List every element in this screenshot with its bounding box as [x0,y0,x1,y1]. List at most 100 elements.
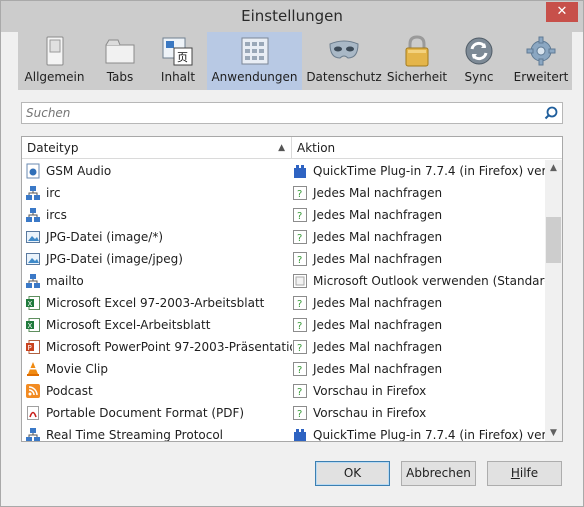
help-button[interactable]: Hilfe [487,461,562,486]
ask-icon: ? [292,361,308,377]
action-label: Jedes Mal nachfragen [313,318,443,332]
network-icon [25,185,41,201]
svg-text:?: ? [297,343,302,354]
table-row[interactable]: JPG-Datei (image/*) ? Jedes Mal nachfrage… [22,226,546,248]
tab-allgemein[interactable]: Allgemein [18,32,91,90]
svg-text:?: ? [297,189,302,200]
search-icon[interactable] [544,106,558,120]
excel-icon: X [25,317,41,333]
tab-erweitert[interactable]: Erweitert [510,32,572,90]
network-icon [25,273,41,289]
cancel-button[interactable]: Abbrechen [401,461,476,486]
type-label: GSM Audio [46,164,112,178]
tab-label: Anwendungen [211,70,298,84]
table-row[interactable]: mailto Microsoft Outlook verwenden (Stan… [22,270,546,292]
ask-icon: ? [292,383,308,399]
table-row[interactable]: ircs ? Jedes Mal nachfragen [22,204,546,226]
type-label: mailto [46,274,84,288]
search-input[interactable] [22,103,522,123]
svg-text:?: ? [297,409,302,420]
rss-icon [25,383,41,399]
network-icon [25,427,41,441]
action-label: QuickTime Plug-in 7.7.4 (in Firefox) ver… [313,428,546,442]
tab-label: Sync [464,70,494,84]
image-file-icon [25,229,41,245]
svg-text:X: X [28,322,33,330]
type-label: ircs [46,208,67,222]
preferences-toolbar: Allgemein Tabs 页 Inhalt Anwendungen Date… [18,32,572,90]
svg-text:?: ? [297,211,302,222]
action-label: Vorschau in Firefox [313,384,427,398]
type-label: irc [46,186,61,200]
switch-icon [38,35,72,67]
table-row[interactable]: GSM Audio QuickTime Plug-in 7.7.4 (in Fi… [22,160,546,182]
audio-file-icon [25,163,41,179]
preferences-window: Einstellungen ✕ Allgemein Tabs 页 Inhalt [0,0,584,507]
ask-icon: ? [292,295,308,311]
table-row[interactable]: Podcast ? Vorschau in Firefox [22,380,546,402]
column-header-label: Aktion [297,141,336,155]
table-row[interactable]: irc ? Jedes Mal nachfragen [22,182,546,204]
column-header-type[interactable]: Dateityp ▲ [22,137,292,158]
svg-text:?: ? [297,233,302,244]
vlc-icon [25,361,41,377]
lock-icon [400,35,434,67]
plugin-icon [292,427,308,441]
scroll-down-icon[interactable]: ▼ [545,425,562,441]
svg-text:X: X [28,300,33,308]
table-row[interactable]: Movie Clip ? Jedes Mal nachfragen [22,358,546,380]
table-rows: GSM Audio QuickTime Plug-in 7.7.4 (in Fi… [22,160,546,442]
outlook-icon [292,273,308,289]
svg-text:?: ? [297,255,302,266]
table-row[interactable]: Real Time Streaming Protocol QuickTime P… [22,424,546,442]
ok-button[interactable]: OK [315,461,390,486]
tab-sync[interactable]: Sync [448,32,510,90]
table-row[interactable]: Portable Document Format (PDF) ? Vorschau… [22,402,546,424]
action-label: Vorschau in Firefox [313,406,427,420]
ask-icon: ? [292,317,308,333]
vertical-scrollbar[interactable]: ▲ ▼ [545,160,562,441]
type-label: Microsoft Excel 97-2003-Arbeitsblatt [46,296,265,310]
window-title: Einstellungen [241,7,343,25]
tab-anwendungen[interactable]: Anwendungen [207,32,302,90]
action-label: Jedes Mal nachfragen [313,296,443,310]
type-label: Portable Document Format (PDF) [46,406,245,420]
type-label: Microsoft PowerPoint 97-2003-Präsentatio… [46,340,292,354]
action-label: Jedes Mal nachfragen [313,186,443,200]
image-file-icon [25,251,41,267]
tab-datenschutz[interactable]: Datenschutz [302,32,386,90]
plugin-icon [292,163,308,179]
tab-label: Allgemein [24,70,85,84]
mask-icon [327,35,361,67]
help-button-accesskey: H [510,466,520,480]
powerpoint-icon: P [25,339,41,355]
scroll-thumb[interactable] [546,217,561,263]
column-header-label: Dateityp [27,141,79,155]
ask-icon: ? [292,251,308,267]
type-label: Movie Clip [46,362,108,376]
action-label: Jedes Mal nachfragen [313,362,443,376]
type-label: Podcast [46,384,93,398]
sync-icon [462,35,496,67]
type-label: Real Time Streaming Protocol [46,428,224,442]
column-header-action[interactable]: Aktion [292,137,562,158]
tab-sicherheit[interactable]: Sicherheit [386,32,448,90]
table-row[interactable]: X Microsoft Excel-Arbeitsblatt ? Jedes Mal… [22,314,546,336]
table-row[interactable]: P Microsoft PowerPoint 97-2003-Präsentati… [22,336,546,358]
tab-inhalt[interactable]: 页 Inhalt [149,32,207,90]
help-button-label: ilfe [519,466,539,480]
action-label: Jedes Mal nachfragen [313,208,443,222]
search-field [21,102,563,124]
svg-text:?: ? [297,387,302,398]
table-row[interactable]: JPG-Datei (image/jpeg) ? Jedes Mal nachfr… [22,248,546,270]
tab-label: Inhalt [160,70,196,84]
svg-text:?: ? [297,299,302,310]
tab-tabs[interactable]: Tabs [91,32,149,90]
close-button[interactable]: ✕ [546,2,578,22]
svg-text:?: ? [297,365,302,376]
type-label: JPG-Datei (image/*) [46,230,164,244]
ask-icon: ? [292,339,308,355]
scroll-up-icon[interactable]: ▲ [545,160,562,177]
type-label: JPG-Datei (image/jpeg) [46,252,183,266]
table-row[interactable]: X Microsoft Excel 97-2003-Arbeitsblatt ? J… [22,292,546,314]
